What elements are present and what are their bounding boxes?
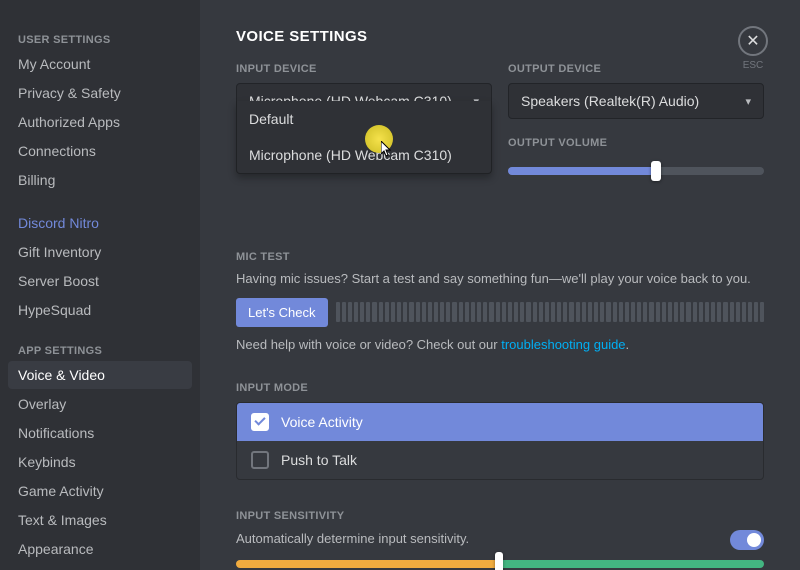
sidebar-item-game-activity[interactable]: Game Activity: [8, 477, 192, 505]
help-text: Need help with voice or video? Check out…: [236, 337, 764, 352]
mic-test-desc: Having mic issues? Start a test and say …: [236, 271, 764, 288]
output-device-select[interactable]: Speakers (Realtek(R) Audio) ▾: [508, 83, 764, 119]
sidebar-heading-app: APP SETTINGS: [8, 339, 192, 361]
input-mode-voice-activity[interactable]: Voice Activity: [237, 403, 763, 441]
output-volume-label: OUTPUT VOLUME: [508, 137, 764, 149]
sidebar-item-voice-video[interactable]: Voice & Video: [8, 361, 192, 389]
mic-test-label: MIC TEST: [236, 251, 764, 263]
sidebar-item-streamer-mode[interactable]: Streamer Mode: [8, 564, 192, 570]
sidebar-item-billing[interactable]: Billing: [8, 166, 192, 194]
sidebar-item-my-account[interactable]: My Account: [8, 50, 192, 78]
checkbox-unchecked-icon: [251, 451, 269, 469]
input-mode-group: Voice Activity Push to Talk: [236, 402, 764, 480]
auto-sensitivity-text: Automatically determine input sensitivit…: [236, 531, 469, 548]
checkbox-checked-icon: [251, 413, 269, 431]
main-content: ✕ ESC VOICE SETTINGS INPUT DEVICE Microp…: [200, 0, 800, 570]
input-sensitivity-label: INPUT SENSITIVITY: [236, 510, 764, 522]
input-mode-push-to-talk[interactable]: Push to Talk: [237, 441, 763, 479]
sidebar-item-server-boost[interactable]: Server Boost: [8, 267, 192, 295]
dropdown-option-default[interactable]: Default: [237, 101, 491, 137]
lets-check-button[interactable]: Let's Check: [236, 298, 328, 327]
output-volume-slider[interactable]: [508, 167, 764, 175]
sidebar-item-keybinds[interactable]: Keybinds: [8, 448, 192, 476]
sidebar: USER SETTINGS My Account Privacy & Safet…: [0, 0, 200, 570]
input-device-dropdown: Default Microphone (HD Webcam C310): [236, 101, 492, 174]
chevron-down-icon: ▾: [745, 95, 751, 108]
mic-meter: [336, 302, 764, 322]
input-mode-label: INPUT MODE: [236, 382, 764, 394]
sidebar-item-gift-inventory[interactable]: Gift Inventory: [8, 238, 192, 266]
troubleshooting-link[interactable]: troubleshooting guide: [501, 337, 625, 352]
sidebar-item-connections[interactable]: Connections: [8, 137, 192, 165]
sidebar-item-overlay[interactable]: Overlay: [8, 390, 192, 418]
sidebar-item-privacy[interactable]: Privacy & Safety: [8, 79, 192, 107]
sensitivity-slider[interactable]: [236, 560, 764, 568]
auto-sensitivity-toggle[interactable]: [730, 530, 764, 550]
sidebar-item-text-images[interactable]: Text & Images: [8, 506, 192, 534]
sidebar-item-authorized-apps[interactable]: Authorized Apps: [8, 108, 192, 136]
close-button[interactable]: ✕: [738, 26, 768, 56]
sidebar-heading-user: USER SETTINGS: [8, 28, 192, 50]
input-device-label: INPUT DEVICE: [236, 63, 492, 75]
sidebar-item-notifications[interactable]: Notifications: [8, 419, 192, 447]
voice-settings-title: VOICE SETTINGS: [236, 28, 764, 45]
close-icon: ✕: [746, 31, 759, 51]
sidebar-item-appearance[interactable]: Appearance: [8, 535, 192, 563]
dropdown-option-mic[interactable]: Microphone (HD Webcam C310): [237, 137, 491, 173]
sidebar-item-nitro[interactable]: Discord Nitro: [8, 209, 192, 237]
output-device-label: OUTPUT DEVICE: [508, 63, 764, 75]
output-device-value: Speakers (Realtek(R) Audio): [521, 93, 699, 109]
sidebar-item-hypesquad[interactable]: HypeSquad: [8, 296, 192, 324]
